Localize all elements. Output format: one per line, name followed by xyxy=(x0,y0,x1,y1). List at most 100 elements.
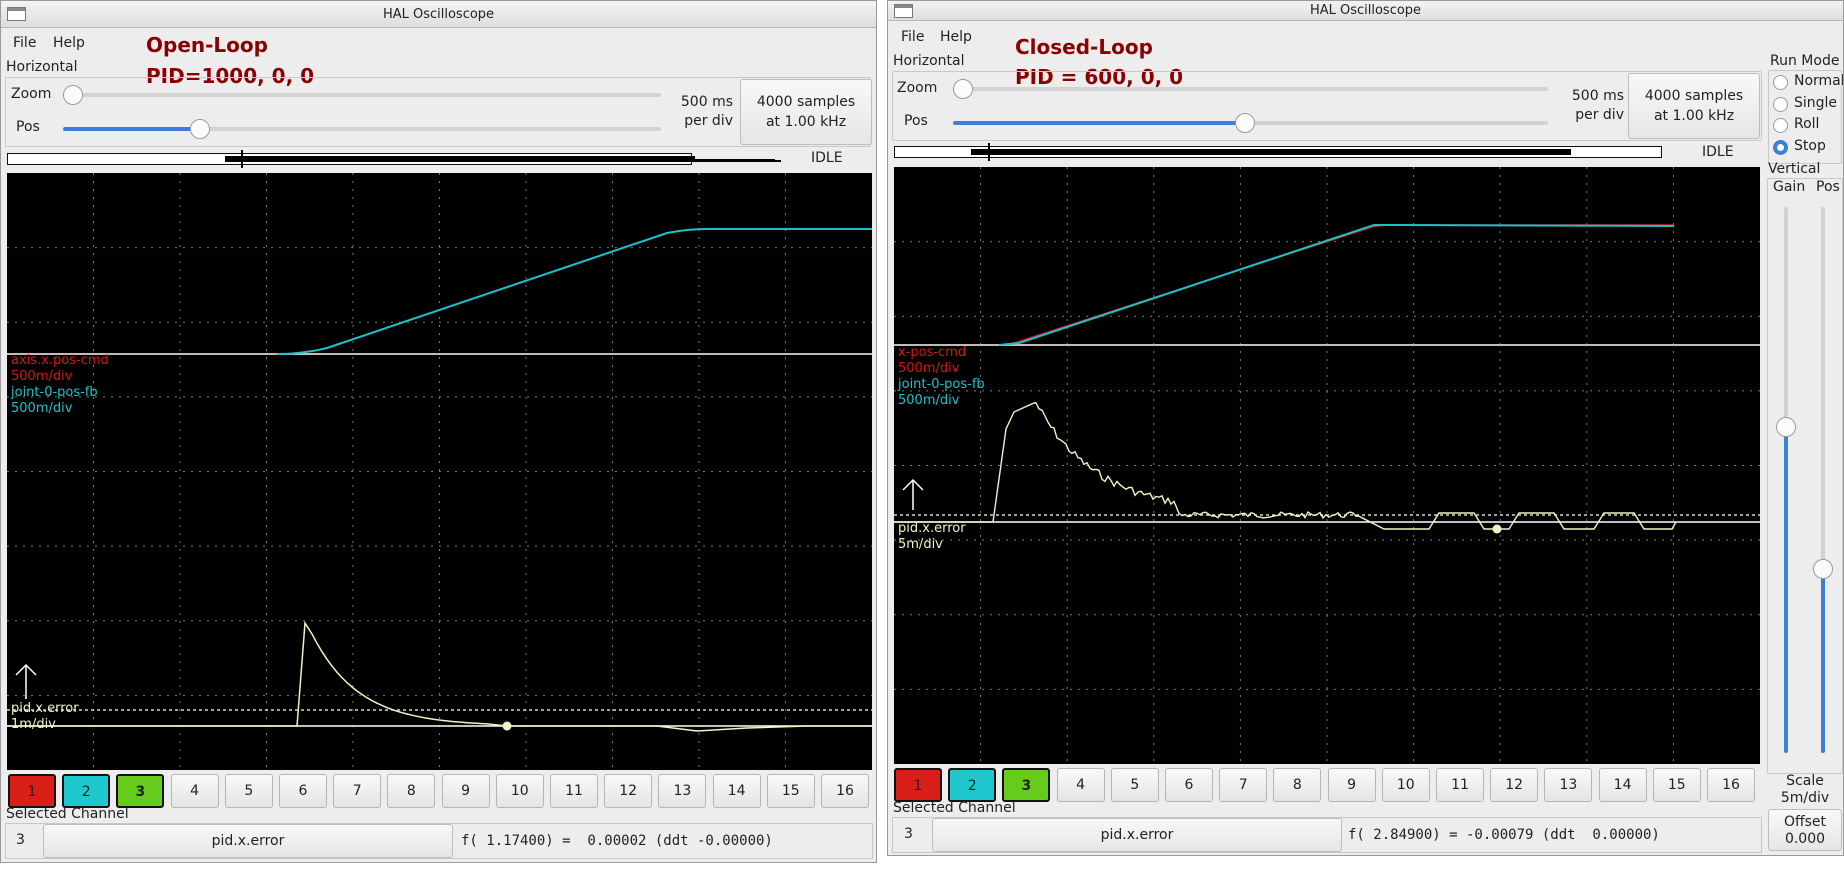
ch1-command-trace xyxy=(998,224,1674,346)
ch1-name-label: axis.x.pos-cmd xyxy=(11,353,109,368)
scale-readout: Scale 5m/div xyxy=(1768,773,1842,807)
run-mode-label-roll: Roll xyxy=(1794,116,1820,132)
channel-button-3[interactable]: 3 xyxy=(116,774,165,808)
run-mode-label-stop: Stop xyxy=(1794,137,1826,154)
channel-button-2[interactable]: 2 xyxy=(62,774,111,808)
channel-button-5[interactable]: 5 xyxy=(224,774,273,808)
pos-slider[interactable] xyxy=(953,113,1548,133)
record-position-bar[interactable] xyxy=(894,143,1662,161)
window-menu-icon[interactable] xyxy=(894,4,913,18)
channel-button-6[interactable]: 6 xyxy=(1165,768,1213,802)
trigger-cursor xyxy=(241,150,243,168)
channel-button-1[interactable]: 1 xyxy=(8,774,56,808)
pos-slider[interactable] xyxy=(63,119,661,139)
error-channel-labels: pid.x.error 1m/div xyxy=(11,701,79,733)
time-per-div-value: 500 ms xyxy=(680,94,733,110)
scope-display[interactable]: x-pos-cmd 500m/div joint-0-pos-fb 500m/d… xyxy=(894,167,1760,764)
record-position-bar[interactable] xyxy=(7,150,781,168)
annotation-title: Closed-Loop xyxy=(1015,35,1153,59)
menu-file[interactable]: File xyxy=(13,35,36,51)
channel-button-14[interactable]: 14 xyxy=(712,774,761,808)
selected-channel-number: 3 xyxy=(904,826,913,842)
window-menu-icon[interactable] xyxy=(7,7,26,21)
horizontal-group-label: Horizontal xyxy=(893,53,965,69)
channel-button-14[interactable]: 14 xyxy=(1598,768,1647,802)
samples-count: 4000 samples xyxy=(756,94,856,110)
channel-button-10[interactable]: 10 xyxy=(495,774,544,808)
channel-button-7[interactable]: 7 xyxy=(1219,768,1268,802)
vertical-group xyxy=(1767,178,1843,774)
channel-button-9[interactable]: 9 xyxy=(1327,768,1376,802)
zoom-slider[interactable] xyxy=(953,79,1548,99)
zoom-slider[interactable] xyxy=(63,85,661,105)
channel-button-9[interactable]: 9 xyxy=(441,774,490,808)
channel-button-12[interactable]: 12 xyxy=(604,774,653,808)
channel-button-1[interactable]: 1 xyxy=(894,768,942,802)
radio-icon xyxy=(1773,96,1788,112)
pos-label: Pos xyxy=(904,113,928,129)
trigger-cursor xyxy=(988,143,990,161)
title-bar[interactable]: HAL Oscilloscope xyxy=(1,1,876,28)
ch3-name-label: pid.x.error xyxy=(11,701,79,716)
record-extent-tail xyxy=(691,159,775,161)
samples-button[interactable]: 4000 samples at 1.00 kHz xyxy=(740,79,872,145)
menu-file[interactable]: File xyxy=(901,29,924,45)
selected-channel-name-button[interactable]: pid.x.error xyxy=(43,824,453,858)
gain-label: Gain xyxy=(1773,179,1806,195)
window-title: HAL Oscilloscope xyxy=(382,7,495,22)
channel-button-3[interactable]: 3 xyxy=(1002,768,1051,802)
selected-channel-name-button[interactable]: pid.x.error xyxy=(932,818,1342,852)
time-per-div-unit: per div xyxy=(1575,107,1624,123)
left-scope-window: HAL Oscilloscope File Help Open-Loop PID… xyxy=(0,0,877,863)
menu-help[interactable]: Help xyxy=(53,35,85,51)
acquisition-state: IDLE xyxy=(1702,144,1734,160)
channel-button-13[interactable]: 13 xyxy=(1544,768,1593,802)
channel-button-4[interactable]: 4 xyxy=(1056,768,1105,802)
gain-slider-fill xyxy=(1784,427,1788,753)
channel-button-7[interactable]: 7 xyxy=(333,774,382,808)
channel-button-6[interactable]: 6 xyxy=(279,774,327,808)
channel-button-2[interactable]: 2 xyxy=(948,768,997,802)
vertical-group-label: Vertical xyxy=(1768,161,1821,177)
time-per-div: 500 ms per div xyxy=(661,93,733,131)
channel-button-16[interactable]: 16 xyxy=(1707,768,1755,802)
channel-button-12[interactable]: 12 xyxy=(1490,768,1539,802)
ch2-position-trace xyxy=(998,224,1675,346)
radio-icon xyxy=(1773,139,1788,155)
menu-help[interactable]: Help xyxy=(940,29,972,45)
channel-button-13[interactable]: 13 xyxy=(658,774,707,808)
samples-count: 4000 samples xyxy=(1644,88,1744,104)
vertical-pos-label: Pos xyxy=(1816,179,1840,195)
scope-plot xyxy=(7,173,872,770)
channel-button-11[interactable]: 11 xyxy=(550,774,598,808)
trigger-arrow-icon xyxy=(902,478,924,510)
gain-slider[interactable] xyxy=(1776,207,1796,753)
channel-button-5[interactable]: 5 xyxy=(1110,768,1159,802)
pos-label: Pos xyxy=(16,119,40,135)
channel-button-10[interactable]: 10 xyxy=(1381,768,1430,802)
channel-button-8[interactable]: 8 xyxy=(387,774,436,808)
scope-display[interactable]: axis.x.pos-cmd 500m/div joint-0-pos-fb 5… xyxy=(7,173,872,770)
vertical-pos-slider[interactable] xyxy=(1813,207,1833,753)
channel-labels: x-pos-cmd 500m/div joint-0-pos-fb 500m/d… xyxy=(898,345,985,409)
pos-slider-fill xyxy=(63,127,201,131)
channel-button-4[interactable]: 4 xyxy=(170,774,219,808)
menu-bar: File Help xyxy=(1,29,876,57)
scale-label: Scale xyxy=(1786,773,1824,789)
samples-button[interactable]: 4000 samples at 1.00 kHz xyxy=(1628,73,1760,139)
channel-button-15[interactable]: 15 xyxy=(766,774,815,808)
trigger-arrow-icon xyxy=(15,663,37,699)
offset-button[interactable]: Offset 0.000 xyxy=(1768,809,1842,851)
title-bar[interactable]: HAL Oscilloscope xyxy=(888,1,1843,21)
acquisition-state: IDLE xyxy=(811,150,843,166)
pos-slider-handle[interactable] xyxy=(1234,113,1255,133)
zoom-slider-handle[interactable] xyxy=(63,85,83,105)
channel-button-15[interactable]: 15 xyxy=(1652,768,1701,802)
channel-button-11[interactable]: 11 xyxy=(1436,768,1484,802)
channel-button-8[interactable]: 8 xyxy=(1273,768,1322,802)
zoom-slider-handle[interactable] xyxy=(953,79,973,99)
cursor-readout: f( 1.17400) = 0.00002 (ddt -0.00000) xyxy=(461,833,773,849)
channel-button-16[interactable]: 16 xyxy=(821,774,869,808)
radio-icon xyxy=(1773,75,1788,90)
offset-label: Offset xyxy=(1783,814,1827,830)
